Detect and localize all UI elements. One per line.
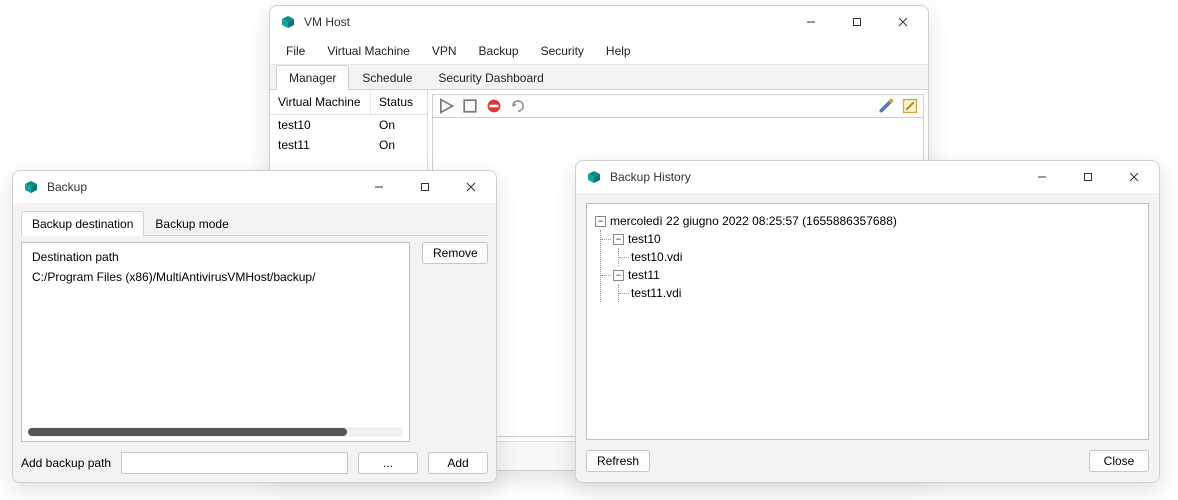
history-window: Backup History − mercoledì 22 giugno 202… xyxy=(575,160,1160,483)
menu-backup[interactable]: Backup xyxy=(469,40,529,62)
tree-node: − test10 test10.vdi xyxy=(601,230,1140,266)
mgr-tabbar: Manager Schedule Security Dashboard xyxy=(270,65,928,90)
tab-manager[interactable]: Manager xyxy=(276,65,349,90)
vm-table-head: Virtual Machine Status xyxy=(270,90,427,115)
close-button[interactable] xyxy=(448,172,494,202)
tree-collapse-icon[interactable]: − xyxy=(613,234,624,245)
close-button[interactable] xyxy=(1111,162,1157,192)
tree-vm[interactable]: − test11 xyxy=(613,266,1140,284)
tree-root[interactable]: − mercoledì 22 giugno 2022 08:25:57 (165… xyxy=(595,212,1140,230)
col-virtual-machine[interactable]: Virtual Machine xyxy=(270,90,371,114)
tab-security-dashboard[interactable]: Security Dashboard xyxy=(425,65,556,90)
tree-file-label: test10.vdi xyxy=(631,248,682,266)
path-input[interactable] xyxy=(121,452,348,474)
tab-backup-destination[interactable]: Backup destination xyxy=(21,211,144,236)
menu-vpn[interactable]: VPN xyxy=(422,40,467,62)
close-button[interactable]: Close xyxy=(1089,450,1149,472)
app-logo-icon xyxy=(23,179,39,195)
tree-collapse-icon[interactable]: − xyxy=(613,270,624,281)
tree-vm[interactable]: − test10 xyxy=(613,230,1140,248)
tree-children: − test10 test10.vdi − test11 xyxy=(600,230,1140,302)
close-button[interactable] xyxy=(880,7,926,37)
history-body: − mercoledì 22 giugno 2022 08:25:57 (165… xyxy=(576,193,1159,482)
cell-vm-status: On xyxy=(371,115,427,135)
history-bottom-row: Refresh Close xyxy=(586,450,1149,472)
history-titlebar[interactable]: Backup History xyxy=(576,161,1159,193)
refresh-button[interactable]: Refresh xyxy=(586,450,650,472)
backup-body: Backup destination Backup mode Destinati… xyxy=(13,203,496,482)
window-controls xyxy=(788,7,926,37)
menu-security[interactable]: Security xyxy=(531,40,594,62)
backup-list-row: Destination path C:/Program Files (x86)/… xyxy=(21,242,488,442)
destination-list[interactable]: Destination path C:/Program Files (x86)/… xyxy=(21,242,410,442)
refresh-icon[interactable] xyxy=(509,97,527,115)
tree-node: − test11 test11.vdi xyxy=(601,266,1140,302)
tree-vm-label: test10 xyxy=(628,230,661,248)
cell-vm-name: test10 xyxy=(270,115,371,135)
add-path-label: Add backup path xyxy=(21,456,111,470)
vm-toolbar xyxy=(432,94,924,118)
menu-help[interactable]: Help xyxy=(596,40,641,62)
cell-vm-status: On xyxy=(371,135,427,155)
backup-tabbar: Backup destination Backup mode xyxy=(21,211,488,236)
menubar: File Virtual Machine VPN Backup Security… xyxy=(270,38,928,65)
add-button[interactable]: Add xyxy=(428,452,488,474)
tab-backup-mode[interactable]: Backup mode xyxy=(144,211,239,236)
tree-vm-label: test11 xyxy=(628,266,660,284)
tree-leaf[interactable]: test10.vdi xyxy=(619,248,1140,266)
scrollbar-thumb[interactable] xyxy=(28,428,347,436)
browse-button[interactable]: ... xyxy=(358,452,418,474)
backup-window: Backup Backup destination Backup mode De… xyxy=(12,170,497,483)
tree-leaf[interactable]: test11.vdi xyxy=(619,284,1140,302)
menu-file[interactable]: File xyxy=(276,40,315,62)
minimize-button[interactable] xyxy=(1019,162,1065,192)
vmhost-titlebar[interactable]: VM Host xyxy=(270,6,928,38)
app-logo-icon xyxy=(280,14,296,30)
col-status[interactable]: Status xyxy=(371,90,427,114)
maximize-button[interactable] xyxy=(402,172,448,202)
tab-schedule[interactable]: Schedule xyxy=(349,65,425,90)
forbidden-icon[interactable] xyxy=(485,97,503,115)
backup-titlebar[interactable]: Backup xyxy=(13,171,496,203)
tree-file-label: test11.vdi xyxy=(631,284,681,302)
horizontal-scrollbar[interactable] xyxy=(28,427,403,437)
list-item[interactable]: C:/Program Files (x86)/MultiAntivirusVMH… xyxy=(26,267,405,287)
table-row[interactable]: test10 On xyxy=(270,115,427,135)
tree-root-label: mercoledì 22 giugno 2022 08:25:57 (16558… xyxy=(610,212,897,230)
settings-wrench-icon[interactable] xyxy=(877,97,895,115)
vmhost-title: VM Host xyxy=(304,15,788,29)
minimize-button[interactable] xyxy=(356,172,402,202)
edit-icon[interactable] xyxy=(901,97,919,115)
play-icon[interactable] xyxy=(437,97,455,115)
menu-virtual-machine[interactable]: Virtual Machine xyxy=(317,40,420,62)
maximize-button[interactable] xyxy=(834,7,880,37)
app-logo-icon xyxy=(586,169,602,185)
side-controls: Remove xyxy=(422,242,488,442)
remove-button[interactable]: Remove xyxy=(422,242,488,264)
table-row[interactable]: test11 On xyxy=(270,135,427,155)
destination-list-header[interactable]: Destination path xyxy=(26,247,405,267)
window-controls xyxy=(1019,162,1157,192)
cell-vm-name: test11 xyxy=(270,135,371,155)
history-title: Backup History xyxy=(610,170,1019,184)
minimize-button[interactable] xyxy=(788,7,834,37)
history-tree[interactable]: − mercoledì 22 giugno 2022 08:25:57 (165… xyxy=(586,203,1149,440)
backup-bottom-row: Add backup path ... Add xyxy=(21,452,488,474)
window-controls xyxy=(356,172,494,202)
backup-title: Backup xyxy=(47,180,356,194)
maximize-button[interactable] xyxy=(1065,162,1111,192)
tree-collapse-icon[interactable]: − xyxy=(595,216,606,227)
stop-icon[interactable] xyxy=(461,97,479,115)
